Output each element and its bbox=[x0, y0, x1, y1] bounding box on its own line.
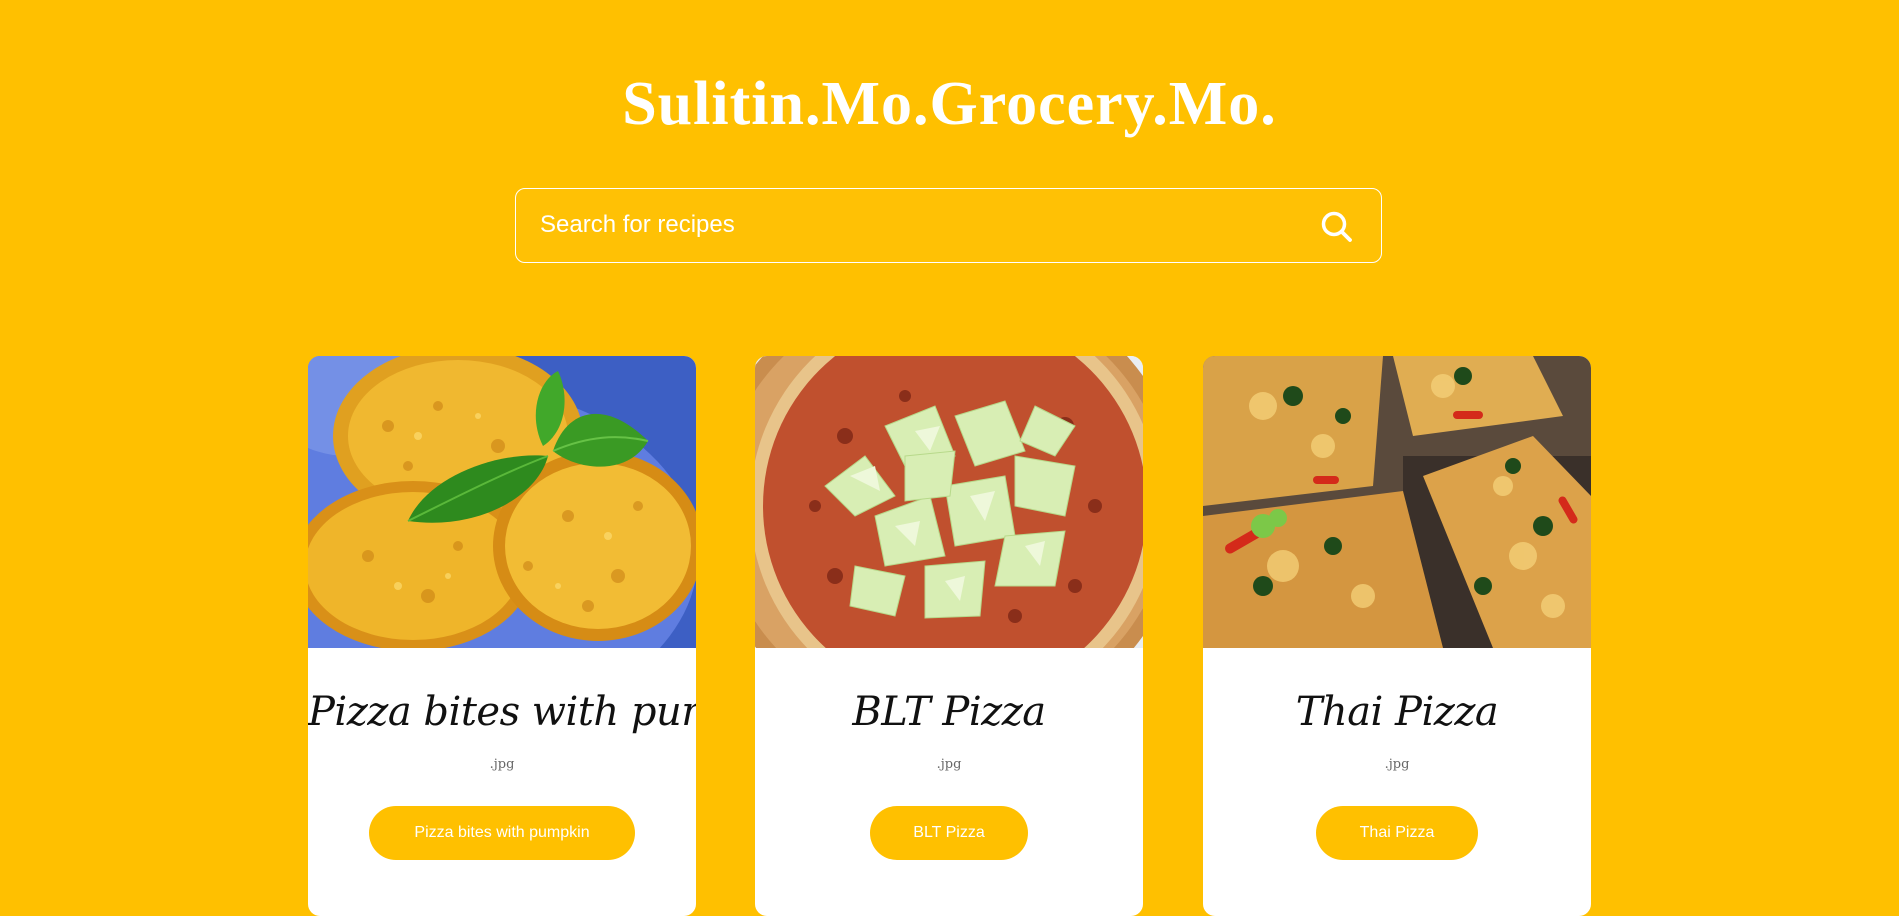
search-button[interactable] bbox=[1319, 209, 1355, 245]
recipe-title: Thai Pizza bbox=[1295, 689, 1499, 735]
view-recipe-button[interactable]: Thai Pizza bbox=[1316, 806, 1478, 860]
recipe-title: Pizza bites with pumpkin bbox=[308, 689, 696, 735]
recipe-meta: .jpg bbox=[489, 757, 515, 772]
recipe-image bbox=[755, 356, 1143, 648]
site-title: Sulitin.Mo.Grocery.Mo. bbox=[622, 70, 1277, 138]
recipe-image bbox=[1203, 356, 1591, 648]
recipe-meta: .jpg bbox=[936, 757, 962, 772]
search-input[interactable] bbox=[540, 189, 1280, 261]
view-recipe-button[interactable]: BLT Pizza bbox=[870, 806, 1028, 860]
recipe-meta: .jpg bbox=[1384, 757, 1410, 772]
recipe-image bbox=[308, 356, 696, 648]
recipe-title: BLT Pizza bbox=[852, 689, 1046, 735]
search-icon bbox=[1321, 211, 1352, 242]
recipe-card: Thai Pizza Thai Pizza bbox=[1203, 356, 1591, 916]
recipe-card: Pizza bites with pumpkin Pizza bites wit… bbox=[308, 356, 696, 916]
view-recipe-button[interactable]: Pizza bites with pumpkin bbox=[369, 806, 635, 860]
recipe-card: BLT Pizza BLT Pizza bbox=[755, 356, 1143, 916]
search-box[interactable] bbox=[515, 188, 1382, 263]
